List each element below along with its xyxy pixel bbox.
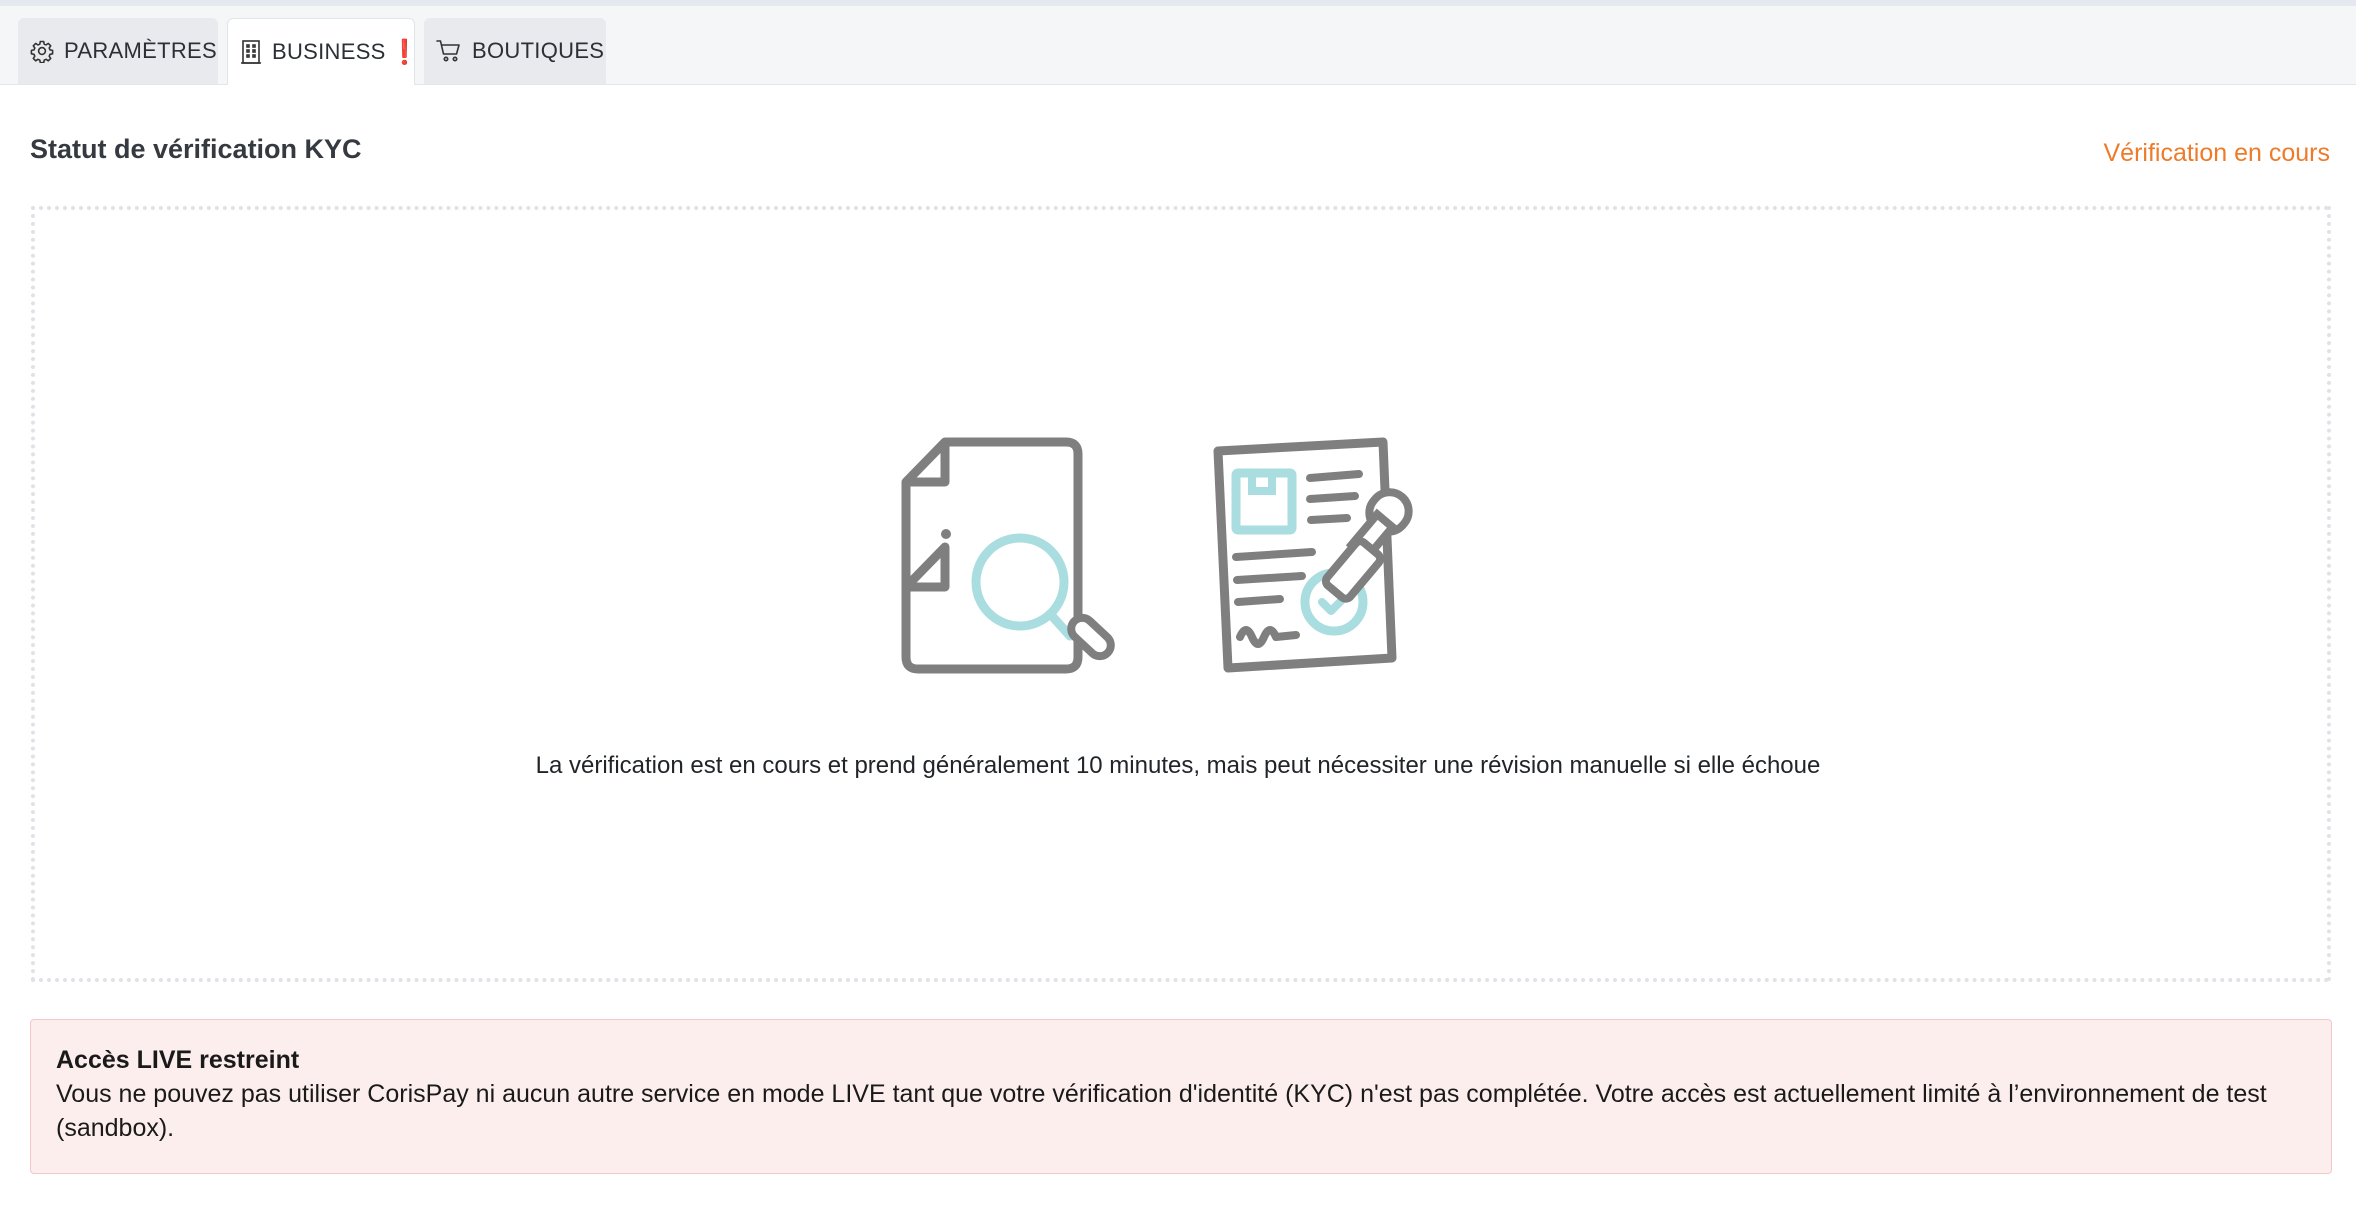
tab-boutiques[interactable]: BOUTIQUES bbox=[424, 18, 606, 84]
alert-body: Vous ne pouvez pas utiliser CorisPay ni … bbox=[56, 1080, 2267, 1142]
kyc-status-message: La vérification est en cours et prend gé… bbox=[535, 752, 1821, 779]
tab-label: BOUTIQUES bbox=[472, 38, 605, 63]
certified-document-stamp-icon bbox=[1213, 437, 1413, 673]
building-icon bbox=[240, 39, 262, 65]
kyc-status-title: Statut de vérification KYC bbox=[30, 134, 362, 164]
document-search-icon bbox=[901, 437, 1115, 674]
tab-bar: PARAMÈTRES BUSINESS ❗ BOUTIQUES bbox=[0, 6, 2356, 85]
kyc-status-text: Vérification en cours bbox=[2103, 139, 2330, 167]
tab-label: BUSINESS bbox=[272, 39, 386, 64]
tab-parametres[interactable]: PARAMÈTRES bbox=[18, 18, 218, 84]
tab-business[interactable]: BUSINESS ❗ bbox=[227, 18, 420, 85]
live-restricted-alert: Accès LIVE restreint Vous ne pouvez pas … bbox=[30, 1019, 2332, 1174]
tab-label: PARAMÈTRES bbox=[64, 38, 217, 63]
kyc-illustrations bbox=[870, 432, 1480, 692]
warning-badge: ❗ bbox=[389, 38, 420, 66]
alert-title: Accès LIVE restreint bbox=[56, 1046, 300, 1074]
cart-icon bbox=[436, 39, 462, 63]
gear-icon bbox=[30, 39, 54, 63]
